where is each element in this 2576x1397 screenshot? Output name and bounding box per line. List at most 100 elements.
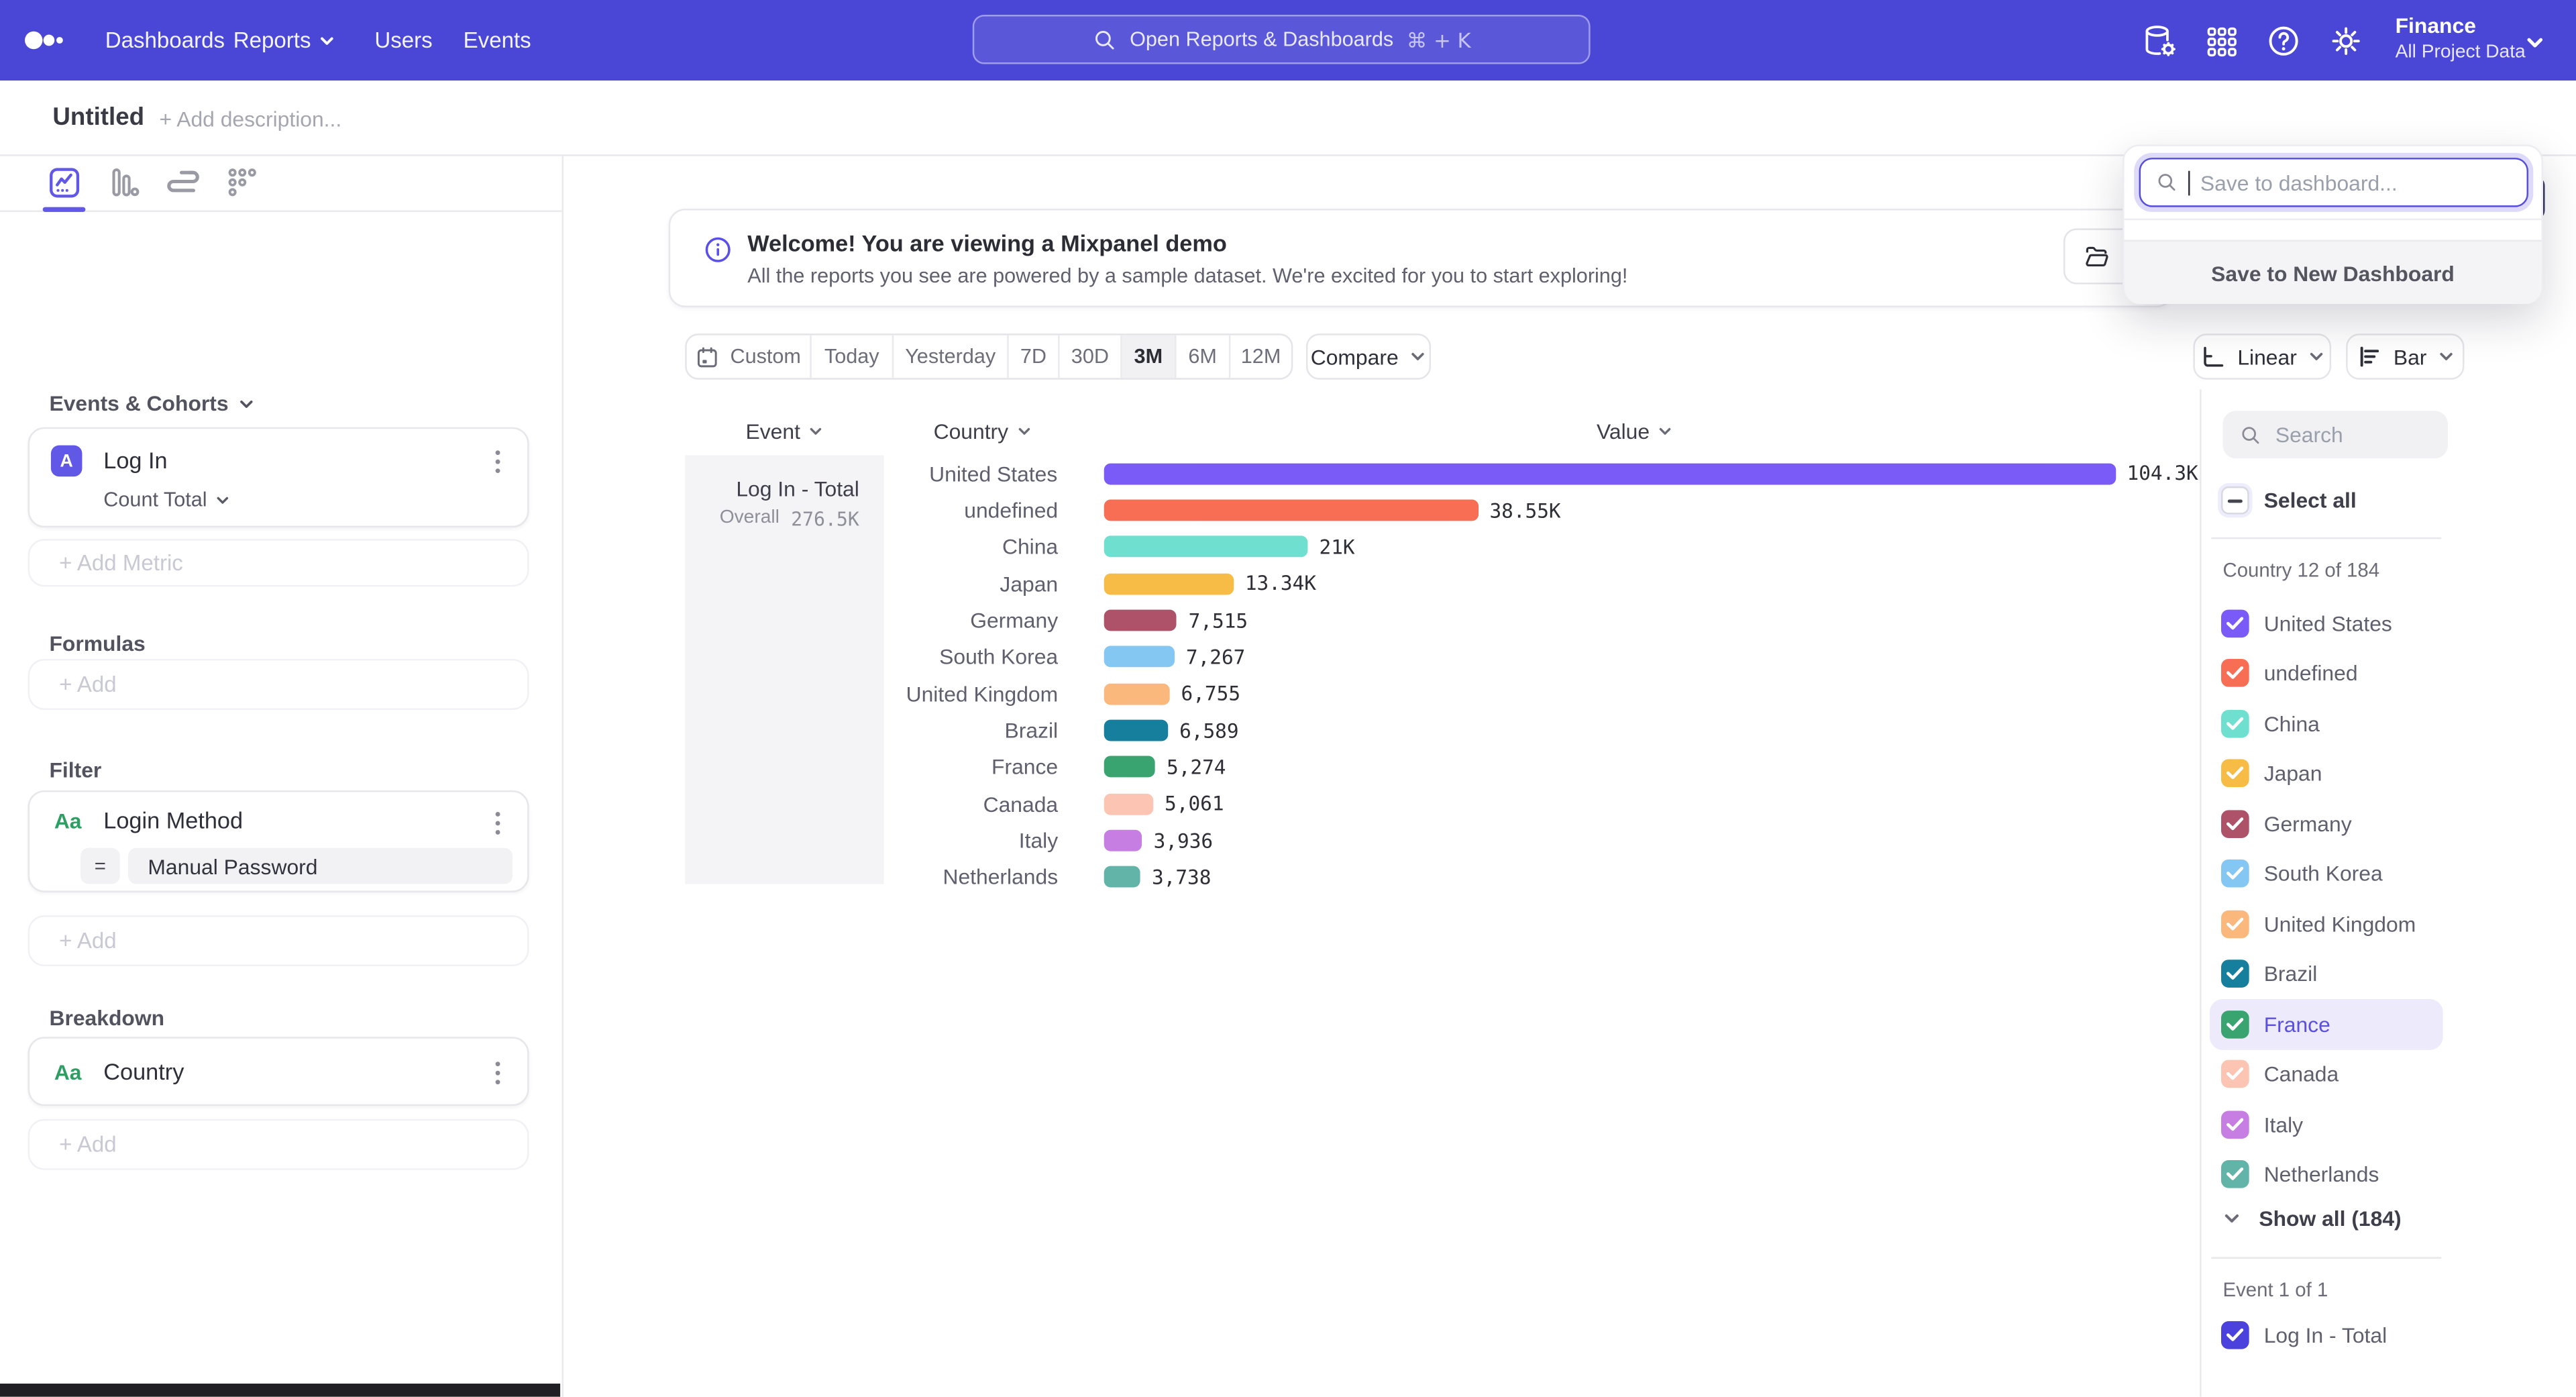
- chart-type-button[interactable]: Bar: [2346, 333, 2464, 380]
- bar[interactable]: [1104, 646, 1175, 668]
- settings-gear-icon[interactable]: [2326, 21, 2366, 61]
- column-header-country[interactable]: Country: [884, 419, 1081, 444]
- filter-property-name[interactable]: Login Method: [103, 807, 243, 833]
- project-switcher[interactable]: Finance All Project Data: [2396, 11, 2526, 66]
- country-checkbox[interactable]: [2221, 1161, 2249, 1189]
- bar[interactable]: [1104, 720, 1168, 741]
- report-title[interactable]: Untitled: [52, 103, 144, 132]
- country-checkbox[interactable]: [2221, 810, 2249, 838]
- country-filter-row[interactable]: United States: [2210, 598, 2443, 648]
- chart-bar-row: Italy 3,936: [884, 823, 2198, 860]
- bar[interactable]: [1104, 757, 1155, 778]
- save-to-new-dashboard-button[interactable]: Save to New Dashboard: [2125, 240, 2542, 305]
- bar[interactable]: [1104, 830, 1142, 851]
- country-checkbox[interactable]: [2221, 1060, 2249, 1088]
- bar[interactable]: [1104, 573, 1234, 594]
- country-checkbox[interactable]: [2221, 660, 2249, 688]
- add-breakdown-button[interactable]: + Add: [28, 1119, 529, 1170]
- bar-value-label: 38.55K: [1489, 499, 1560, 521]
- global-search[interactable]: Open Reports & Dashboards ⌘ + K: [973, 15, 1591, 64]
- filter-value[interactable]: Manual Password: [128, 848, 513, 884]
- range-3m[interactable]: 3M: [1122, 335, 1177, 378]
- help-icon[interactable]: [2264, 21, 2304, 61]
- report-description-placeholder[interactable]: + Add description...: [160, 107, 342, 132]
- country-checkbox[interactable]: [2221, 910, 2249, 938]
- tab-insights[interactable]: [46, 164, 86, 204]
- event-summary-panel[interactable]: Log In - Total Overall 276.5K: [685, 455, 883, 884]
- country-filter-row[interactable]: France: [2210, 999, 2443, 1049]
- tab-retention[interactable]: [223, 164, 263, 204]
- country-checkbox[interactable]: [2221, 1110, 2249, 1139]
- bar[interactable]: [1104, 793, 1153, 815]
- save-dashboard-search-input[interactable]: Save to dashboard...: [2139, 158, 2528, 207]
- select-all-row[interactable]: Select all: [2221, 486, 2357, 515]
- country-filter-row[interactable]: South Korea: [2210, 849, 2443, 899]
- data-management-icon[interactable]: [2139, 21, 2179, 61]
- country-filter-row[interactable]: Brazil: [2210, 949, 2443, 999]
- range-7d[interactable]: 7D: [1009, 335, 1060, 378]
- metric-card-log-in[interactable]: A Log In Count Total: [28, 427, 529, 527]
- country-checkbox[interactable]: [2221, 760, 2249, 788]
- country-checkbox[interactable]: [2221, 960, 2249, 988]
- add-filter-button[interactable]: + Add: [28, 915, 529, 966]
- column-header-value[interactable]: Value: [1104, 419, 2165, 444]
- country-filter-row[interactable]: United Kingdom: [2210, 899, 2443, 949]
- country-checkbox[interactable]: [2221, 609, 2249, 637]
- bar[interactable]: [1104, 867, 1140, 888]
- bar[interactable]: [1104, 463, 2116, 484]
- bar[interactable]: [1104, 536, 1308, 558]
- country-checkbox[interactable]: [2221, 860, 2249, 888]
- bar[interactable]: [1104, 683, 1170, 705]
- search-placeholder: Search: [2275, 422, 2343, 447]
- bar-value-label: 3,936: [1154, 829, 1213, 852]
- breakdown-kebab-icon[interactable]: [484, 1058, 511, 1088]
- add-metric-button[interactable]: + Add Metric: [28, 539, 529, 586]
- country-checkbox[interactable]: [2221, 709, 2249, 737]
- tab-funnels[interactable]: [105, 164, 145, 204]
- country-filter-row[interactable]: China: [2210, 698, 2443, 749]
- segment-search-input[interactable]: Search: [2222, 411, 2448, 458]
- nav-item-users[interactable]: Users: [374, 0, 432, 81]
- nav-item-reports[interactable]: Reports: [233, 0, 336, 81]
- project-chevron-down-icon[interactable]: [2525, 33, 2544, 52]
- range-30d[interactable]: 30D: [1060, 335, 1122, 378]
- breakdown-card-country[interactable]: Aa Country: [28, 1037, 529, 1106]
- range-yesterday[interactable]: Yesterday: [894, 335, 1008, 378]
- filter-operator[interactable]: =: [80, 848, 120, 884]
- metric-name[interactable]: Log In: [103, 447, 167, 473]
- range-today[interactable]: Today: [812, 335, 894, 378]
- country-list: United States undefined China Japan Germ…: [2210, 598, 2443, 1199]
- event-filter-row[interactable]: Log In - Total: [2221, 1321, 2387, 1349]
- country-filter-row[interactable]: Japan: [2210, 749, 2443, 799]
- country-filter-row[interactable]: Canada: [2210, 1049, 2443, 1100]
- bar[interactable]: [1104, 500, 1479, 521]
- apps-grid-icon[interactable]: [2202, 21, 2241, 61]
- country-filter-row[interactable]: Netherlands: [2210, 1149, 2443, 1200]
- nav-item-events[interactable]: Events: [464, 0, 531, 81]
- scale-mode-button[interactable]: Linear: [2193, 333, 2331, 380]
- show-all-toggle[interactable]: Show all (184): [2222, 1206, 2401, 1231]
- country-filter-row[interactable]: undefined: [2210, 648, 2443, 698]
- mixpanel-logo-icon[interactable]: [23, 23, 66, 57]
- nav-item-dashboards[interactable]: Dashboards: [105, 0, 225, 81]
- country-checkbox[interactable]: [2221, 1011, 2249, 1039]
- range-custom[interactable]: Custom: [687, 335, 812, 378]
- tab-flows[interactable]: [164, 164, 204, 204]
- country-filter-row[interactable]: Germany: [2210, 798, 2443, 849]
- select-all-checkbox[interactable]: [2221, 486, 2249, 515]
- events-cohorts-section-label[interactable]: Events & Cohorts: [49, 391, 254, 416]
- metric-kebab-icon[interactable]: [484, 447, 511, 476]
- filter-kebab-icon[interactable]: [484, 809, 511, 838]
- add-formula-button[interactable]: + Add: [28, 659, 529, 710]
- range-12m[interactable]: 12M: [1230, 335, 1291, 378]
- compare-button[interactable]: Compare: [1306, 333, 1431, 380]
- bar[interactable]: [1104, 610, 1177, 631]
- range-6m[interactable]: 6M: [1176, 335, 1230, 378]
- breakdown-property-name[interactable]: Country: [103, 1058, 184, 1084]
- filter-card-login-method[interactable]: Aa Login Method = Manual Password: [28, 790, 529, 892]
- metric-aggregation[interactable]: Count Total: [103, 488, 230, 511]
- country-filter-row[interactable]: Italy: [2210, 1099, 2443, 1149]
- column-header-event[interactable]: Event: [685, 419, 883, 444]
- bottom-scroll-bar[interactable]: [0, 1384, 560, 1397]
- event-checkbox[interactable]: [2221, 1321, 2249, 1349]
